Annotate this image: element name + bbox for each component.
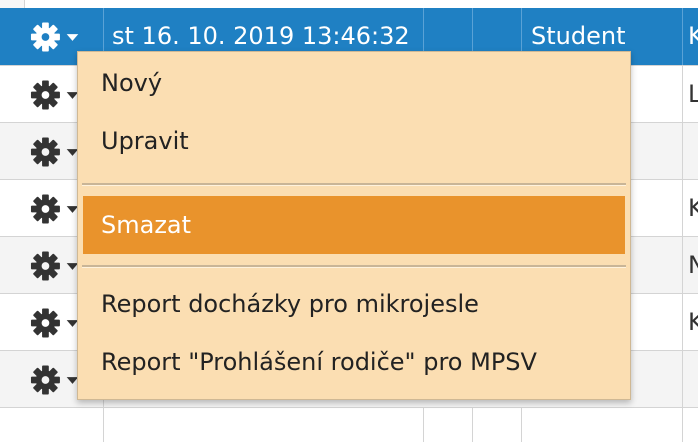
row-extra: K	[688, 22, 698, 50]
menu-item-parent-declaration-report[interactable]: Report "Prohlášení rodiče" pro MPSV	[83, 333, 625, 391]
row-edge-letter: K	[688, 308, 698, 336]
menu-separator	[82, 183, 626, 186]
menu-item-delete[interactable]: Smazat	[83, 196, 625, 254]
row-context-menu: Nový Upravit Smazat Report docházky pro …	[77, 51, 631, 400]
row-edge-letter: K	[688, 194, 698, 222]
menu-item-new[interactable]: Nový	[83, 54, 625, 112]
table-row[interactable]	[0, 408, 698, 442]
menu-item-attendance-report[interactable]: Report docházky pro mikrojesle	[83, 275, 625, 333]
row-edge-letter: L	[688, 80, 698, 108]
menu-separator	[82, 265, 626, 268]
row-edge-letter: N	[688, 251, 698, 279]
menu-item-edit[interactable]: Upravit	[83, 112, 625, 170]
